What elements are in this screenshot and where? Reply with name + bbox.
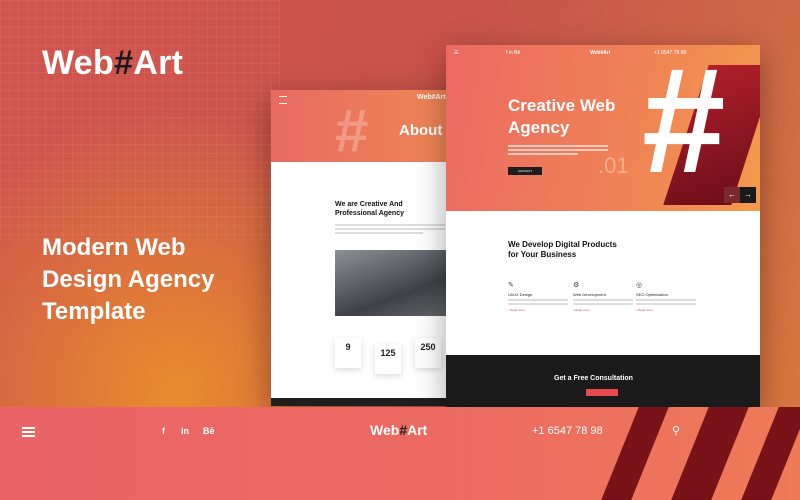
hero-title: Creative Web Agency (508, 96, 616, 137)
read-more-link[interactable]: • Read more (636, 308, 696, 312)
about-heading: We are Creative And Professional Agency (335, 201, 404, 217)
tagline: Modern Web Design Agency Template (42, 234, 215, 325)
seo-icon: ◎ (636, 282, 643, 289)
menu-icon (279, 96, 287, 104)
consultation-button[interactable] (586, 389, 618, 396)
about-text (335, 224, 445, 236)
menu-icon: ☰ (454, 50, 459, 56)
mock-logo: Web#Art (417, 94, 446, 101)
hero-text (508, 145, 608, 157)
grid-pattern (0, 0, 280, 240)
section-title: We Develop Digital Products for Your Bus… (508, 240, 617, 259)
menu-icon[interactable] (22, 427, 35, 437)
mock-logo: Web#Art (590, 50, 611, 56)
arrow-left-icon[interactable]: ← (724, 187, 740, 203)
navbar-logo[interactable]: Web#Art (370, 422, 427, 438)
behance-icon[interactable]: Bē (203, 426, 215, 436)
brush-stripe (601, 407, 669, 500)
social-links: f in Bē (506, 50, 521, 56)
stat-box: 250 (415, 338, 441, 368)
facebook-icon[interactable]: f (162, 426, 165, 436)
read-more-link[interactable]: • Read more (508, 308, 568, 312)
design-icon: ✎ (508, 282, 514, 289)
home-page-mockup: ☰ f in Bē Web#Art +1 6547 78 98 # Creati… (446, 45, 760, 407)
bottom-navbar: f in Bē Web#Art +1 6547 78 98 ⚲ (0, 407, 800, 500)
hash-graphic: # (642, 45, 726, 204)
read-more-link[interactable]: • Read more (573, 308, 633, 312)
linkedin-icon[interactable]: in (181, 426, 189, 436)
slider-arrows: ← → (724, 187, 756, 203)
stat-box: 9 (335, 338, 361, 368)
service-card: ✎ UI/UX Design • Read more (508, 281, 568, 312)
search-icon[interactable]: ⚲ (672, 424, 680, 437)
slide-number: .01 (598, 153, 629, 178)
brand-logo: Web#Art (42, 44, 184, 82)
about-page-mockup: # Web#Art About u We are Creative And Pr… (271, 90, 471, 406)
service-card: ⚙ Web Development • Read more (573, 281, 633, 312)
arrow-right-icon[interactable]: → (740, 187, 756, 203)
about-hero: # Web#Art About u (271, 90, 471, 164)
service-card: ◎ SEO Optimization • Read more (636, 281, 696, 312)
contact-button[interactable]: CONTACT (508, 167, 542, 175)
phone-number[interactable]: +1 6547 78 98 (532, 425, 603, 437)
home-hero: ☰ f in Bē Web#Art +1 6547 78 98 # Creati… (446, 45, 760, 211)
stat-box: 125 (375, 344, 401, 374)
consultation-section: Get a Free Consultation (446, 355, 760, 407)
brush-stripe (741, 407, 800, 500)
mock-footer (271, 398, 471, 406)
consultation-title: Get a Free Consultation (554, 375, 633, 382)
hash-graphic: # (335, 97, 369, 164)
brush-stripe (671, 407, 749, 500)
code-icon: ⚙ (573, 282, 580, 289)
